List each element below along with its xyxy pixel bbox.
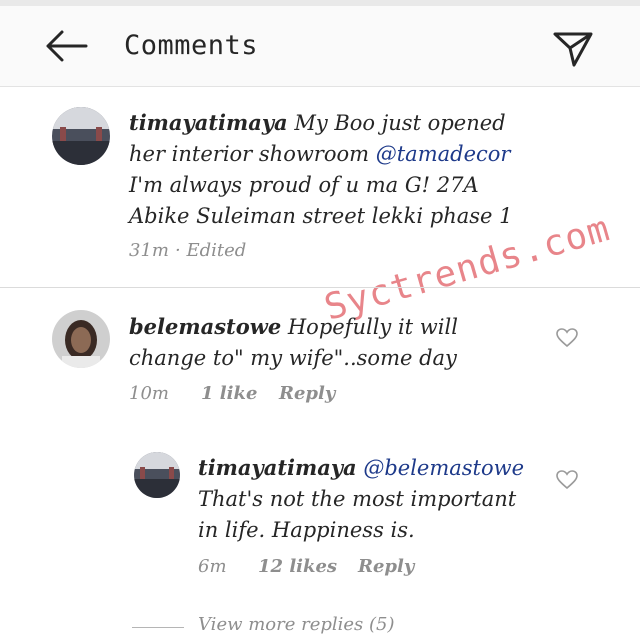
page-title: Comments	[124, 30, 259, 61]
reply-button[interactable]: Reply	[279, 383, 335, 404]
avatar[interactable]	[52, 107, 110, 165]
reply-button[interactable]: Reply	[358, 556, 414, 577]
view-more-replies-link[interactable]: View more replies (5)	[198, 614, 395, 635]
comment-body: belemastowe Hopefully it will change to"…	[129, 311, 519, 374]
reply-body: timayatimaya @belemastowe That's not the …	[198, 452, 538, 546]
mention-link[interactable]: @belemastowe	[363, 456, 524, 480]
comment-time: 31m	[129, 240, 169, 261]
like-button[interactable]	[556, 470, 578, 490]
reply-time: 6m	[198, 556, 227, 577]
avatar-showroom-image	[134, 452, 180, 498]
comment-text: I'm always proud of u ma G! 27A Abike Su…	[129, 173, 513, 228]
avatar[interactable]	[134, 452, 180, 498]
comment-username[interactable]: timayatimaya	[129, 110, 288, 135]
avatar[interactable]	[52, 310, 110, 368]
reply-username[interactable]: timayatimaya	[198, 455, 357, 480]
likes-count[interactable]: 12 likes	[258, 556, 337, 577]
avatar-profile-image	[52, 310, 110, 368]
like-button[interactable]	[556, 328, 578, 348]
comment-meta: 31m · Edited	[129, 240, 329, 264]
likes-count[interactable]: 1 like	[201, 383, 257, 404]
mention-link[interactable]: @tamadecor	[376, 142, 511, 166]
reply-text: That's not the most important in life. H…	[198, 487, 517, 542]
reply-meta: 6m 12 likes Reply	[198, 556, 458, 580]
replies-connector-line	[132, 627, 184, 628]
comments-header: Comments	[0, 6, 640, 87]
heart-icon	[556, 470, 578, 490]
comment-username[interactable]: belemastowe	[129, 314, 281, 339]
back-arrow-icon	[46, 30, 88, 62]
comment-meta: 10m 1 like Reply	[129, 383, 389, 407]
send-icon	[553, 32, 593, 67]
comment-time: 10m	[129, 383, 169, 404]
direct-message-button[interactable]	[552, 28, 594, 68]
divider	[0, 287, 640, 288]
back-button[interactable]	[42, 28, 90, 64]
heart-icon	[556, 328, 578, 348]
avatar-showroom-image	[52, 107, 110, 165]
edited-label: · Edited	[175, 240, 247, 261]
comment-body: timayatimaya My Boo just opened her inte…	[129, 107, 529, 232]
